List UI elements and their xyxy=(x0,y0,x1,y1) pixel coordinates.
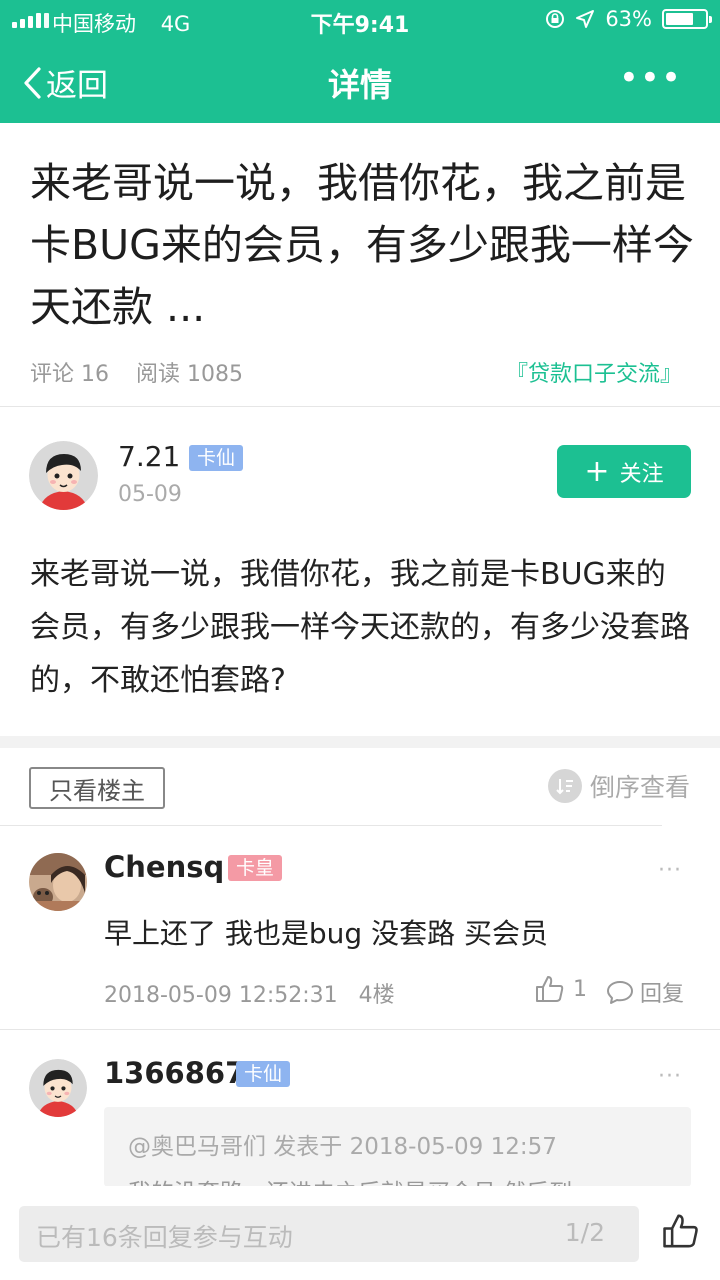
follow-button[interactable]: + 关注 xyxy=(557,445,691,498)
comment-more-button[interactable]: ··· xyxy=(658,858,682,883)
more-button[interactable]: ••• xyxy=(619,61,682,95)
owner-only-button[interactable]: 只看楼主 xyxy=(29,767,165,809)
comment-floor: 4楼 xyxy=(358,983,395,1008)
divider xyxy=(0,406,720,407)
post-date: 05-09 xyxy=(118,482,182,507)
post-title: 来老哥说一说，我借你花，我之前是卡BUG来的会员，有多少跟我一样今天还款 ... xyxy=(30,159,694,331)
section-gap xyxy=(0,736,720,748)
quote-header: @奥巴马哥们 发表于 2018-05-09 12:57 xyxy=(128,1134,557,1160)
comment-datetime: 2018-05-09 12:52:31 xyxy=(104,983,338,1008)
commenter-name[interactable]: Chensq xyxy=(104,850,224,884)
thumbs-up-icon xyxy=(536,976,564,1002)
reverse-order-label: 倒序查看 xyxy=(589,773,690,802)
sort-icon xyxy=(547,769,582,803)
reply-button[interactable]: 回复 xyxy=(606,976,684,1008)
commenter-name[interactable]: 1366867 xyxy=(104,1056,245,1090)
reply-label: 回复 xyxy=(640,982,685,1007)
ellipsis-icon: ··· xyxy=(658,1064,682,1089)
post-stats: 评论 16 阅读 1085 xyxy=(30,356,243,388)
quote-text: 我的没套路，还进去之后就是买会员 然后到 xyxy=(128,1173,572,1187)
page-title: 详情 xyxy=(327,66,392,104)
avatar-image xyxy=(29,1059,87,1117)
category-link[interactable]: 『贷款口子交流』 xyxy=(506,356,682,388)
comment-more-button[interactable]: ··· xyxy=(658,1064,682,1089)
status-right: 63% xyxy=(545,7,712,31)
screen: 中国移动 4G 下午9:41 63% 返回 详情 ••• 来老哥说一说，我借你花… xyxy=(0,0,720,1280)
ellipsis-icon: ··· xyxy=(658,858,682,883)
comment-avatar[interactable] xyxy=(29,853,87,911)
comment-count: 评论 16 xyxy=(30,362,109,387)
ellipsis-icon: ••• xyxy=(618,58,682,98)
reply-placeholder: 已有16条回复参与互动 xyxy=(36,1223,293,1252)
like-button[interactable]: 1 xyxy=(535,975,587,1003)
commenter-level-badge: 卡仙 xyxy=(236,1061,291,1087)
bottom-bar: 已有16条回复参与互动 1/2 xyxy=(0,1186,720,1280)
divider xyxy=(0,825,662,826)
location-icon xyxy=(576,10,595,28)
speech-bubble-icon xyxy=(607,981,633,1004)
thumbs-up-icon xyxy=(663,1214,698,1248)
like-count: 1 xyxy=(573,976,587,1002)
comment-text: 早上还了 我也是bug 没套路 买会员 xyxy=(104,917,548,950)
divider xyxy=(0,1029,720,1030)
author-name[interactable]: 7.21 xyxy=(118,440,180,473)
comment-avatar[interactable] xyxy=(29,1059,87,1117)
read-count: 阅读 1085 xyxy=(136,362,243,387)
battery-fill xyxy=(666,13,693,25)
battery-icon xyxy=(662,9,712,29)
nav-bar: 返回 详情 ••• xyxy=(0,40,720,123)
follow-label: 关注 xyxy=(619,461,664,487)
like-post-button[interactable] xyxy=(662,1212,700,1254)
commenter-level-badge: 卡皇 xyxy=(228,855,283,881)
post-body: 来老哥说一说，我借你花，我之前是卡BUG来的会员，有多少跟我一样今天还款的，有多… xyxy=(30,557,690,698)
comment-meta: 2018-05-09 12:52:31 4楼 xyxy=(104,977,395,1009)
quoted-reply: @奥巴马哥们 发表于 2018-05-09 12:57 我的没套路，还进去之后就… xyxy=(104,1107,691,1187)
author-avatar[interactable] xyxy=(29,441,98,510)
plus-icon: + xyxy=(584,453,610,489)
avatar-image xyxy=(29,853,87,911)
reverse-order-button[interactable]: 倒序查看 xyxy=(547,768,690,804)
page-indicator: 1/2 xyxy=(564,1218,605,1247)
reply-input[interactable]: 已有16条回复参与互动 1/2 xyxy=(19,1206,639,1262)
author-level-badge: 卡仙 xyxy=(189,445,244,471)
battery-percent: 63% xyxy=(605,7,652,31)
status-bar: 中国移动 4G 下午9:41 63% xyxy=(0,0,720,40)
header: 中国移动 4G 下午9:41 63% 返回 详情 ••• xyxy=(0,0,720,123)
avatar-image xyxy=(29,441,98,510)
orientation-lock-icon xyxy=(546,10,565,28)
